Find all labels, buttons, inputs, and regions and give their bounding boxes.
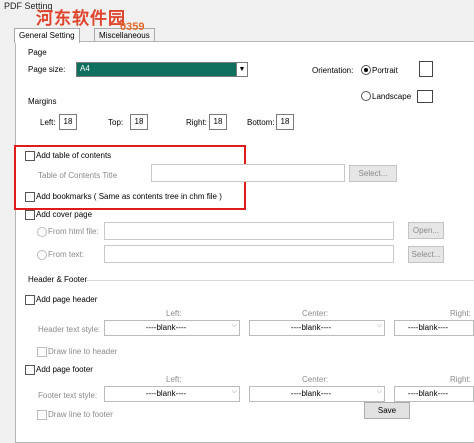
margins-section-title: Margins [28, 97, 57, 106]
cover-html-input[interactable] [104, 222, 394, 240]
chevron-down-icon: ⌵ [231, 388, 237, 395]
footer-style-label: Footer text style: [38, 391, 98, 400]
watermark-number: 0359 [120, 21, 145, 33]
header-col-center: Center: [302, 309, 329, 318]
margin-bottom-input[interactable]: 18 [276, 114, 294, 130]
margin-top-label: Top: [108, 118, 124, 127]
tab-general-setting[interactable]: General Setting [14, 28, 80, 43]
toc-title-input[interactable] [151, 164, 345, 182]
add-cover-label: Add cover page [36, 210, 93, 219]
draw-line-footer-checkbox[interactable] [37, 410, 47, 420]
footer-center-value: ----blank---- [290, 389, 332, 398]
page-size-value: A4 [80, 64, 90, 73]
page-size-label: Page size: [28, 65, 66, 74]
cover-text-input[interactable] [104, 245, 394, 263]
footer-right-select[interactable]: ----blank---- [394, 386, 474, 402]
portrait-page-icon [419, 61, 433, 77]
save-button[interactable]: Save [364, 402, 410, 419]
footer-col-left: Left: [166, 375, 182, 384]
chevron-down-icon: ⌵ [376, 388, 382, 395]
cover-select-button[interactable]: Select... [408, 246, 444, 263]
draw-line-header-checkbox[interactable] [37, 347, 47, 357]
header-right-value: ----blank---- [407, 323, 449, 332]
margin-bottom-label: Bottom: [247, 118, 275, 127]
landscape-radio[interactable] [361, 91, 371, 101]
footer-left-select[interactable]: ----blank---- ⌵ [104, 386, 240, 402]
portrait-radio[interactable] [361, 65, 371, 75]
cover-open-button[interactable]: Open... [408, 222, 444, 239]
header-left-select[interactable]: ----blank---- ⌵ [104, 320, 240, 336]
margin-top-input[interactable]: 18 [130, 114, 148, 130]
portrait-label: Portrait [372, 66, 398, 75]
toc-title-label: Table of Contents Title [38, 171, 118, 180]
header-center-select[interactable]: ----blank---- ⌵ [249, 320, 385, 336]
footer-col-center: Center: [302, 375, 329, 384]
cover-from-html-radio[interactable] [37, 227, 47, 237]
margin-right-input[interactable]: 18 [209, 114, 227, 130]
chevron-down-icon: ▼ [236, 63, 247, 76]
add-footer-label: Add page footer [36, 365, 93, 374]
footer-left-value: ----blank---- [145, 389, 187, 398]
add-footer-checkbox[interactable] [25, 365, 35, 375]
header-footer-section-title: Header & Footer [28, 275, 88, 284]
add-toc-checkbox[interactable] [25, 151, 35, 161]
cover-from-html-label: From html file: [48, 227, 99, 236]
header-left-value: ----blank---- [145, 323, 187, 332]
margin-left-label: Left: [40, 118, 56, 127]
add-cover-checkbox[interactable] [25, 210, 35, 220]
toc-select-button[interactable]: Select... [349, 165, 397, 182]
chevron-down-icon: ⌵ [376, 322, 382, 329]
settings-panel [15, 41, 474, 443]
header-col-left: Left: [166, 309, 182, 318]
landscape-page-icon [417, 90, 433, 103]
header-style-label: Header text style: [38, 325, 101, 334]
footer-right-value: ----blank---- [407, 389, 449, 398]
add-bookmarks-label: Add bookmarks ( Same as contents tree in… [36, 192, 222, 201]
add-header-label: Add page header [36, 295, 98, 304]
landscape-label: Landscape [372, 92, 412, 101]
watermark-logo: 河东软件园 [36, 9, 126, 28]
footer-center-select[interactable]: ----blank---- ⌵ [249, 386, 385, 402]
section-divider [86, 280, 474, 281]
header-center-value: ----blank---- [290, 323, 332, 332]
add-toc-label: Add table of contents [36, 151, 112, 160]
cover-from-text-label: From text: [48, 250, 85, 259]
header-right-select[interactable]: ----blank---- [394, 320, 474, 336]
add-bookmarks-checkbox[interactable] [25, 192, 35, 202]
margin-left-input[interactable]: 18 [59, 114, 77, 130]
page-section-title: Page [28, 48, 47, 57]
header-col-right: Right: [450, 309, 471, 318]
cover-from-text-radio[interactable] [37, 250, 47, 260]
orientation-label: Orientation: [312, 66, 354, 75]
add-header-checkbox[interactable] [25, 295, 35, 305]
footer-col-right: Right: [450, 375, 471, 384]
draw-line-header-label: Draw line to header [48, 347, 118, 356]
margin-right-label: Right: [186, 118, 207, 127]
draw-line-footer-label: Draw line to footer [48, 410, 113, 419]
page-size-select[interactable]: A4 ▼ [76, 62, 248, 77]
chevron-down-icon: ⌵ [231, 322, 237, 329]
